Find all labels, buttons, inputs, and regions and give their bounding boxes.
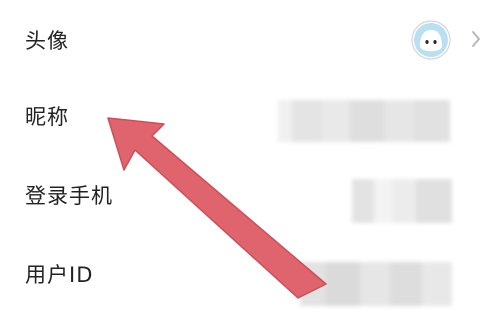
row-avatar[interactable]: 头像 [0,0,495,78]
login-phone-value-redacted [352,179,452,223]
row-login-phone-label: 登录手机 [25,184,113,208]
chevron-right-icon[interactable] [470,30,482,48]
nickname-value-redacted [278,100,450,142]
row-user-id-label: 用户ID [25,263,94,287]
row-avatar-label: 头像 [25,29,69,53]
profile-settings-screen: 头像 昵称 登录手机 用户ID [0,0,495,315]
user-id-value-redacted [300,262,452,306]
row-login-phone[interactable]: 登录手机 [0,157,495,235]
row-nickname-label: 昵称 [25,105,69,129]
row-nickname[interactable]: 昵称 [0,78,495,156]
avatar-icon[interactable] [411,20,451,60]
row-user-id[interactable]: 用户ID [0,236,495,314]
